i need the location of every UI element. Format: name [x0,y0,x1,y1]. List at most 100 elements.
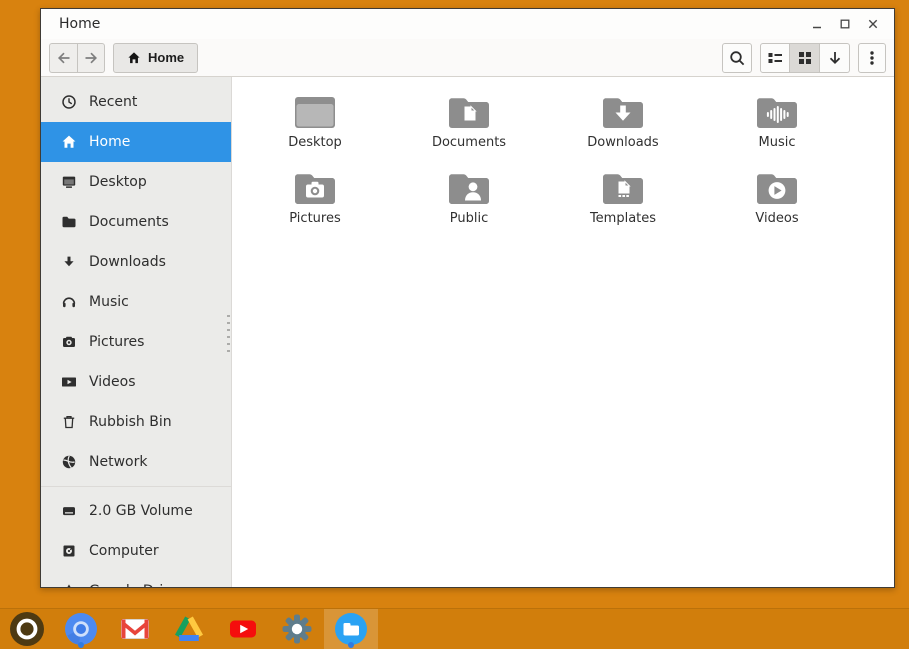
headphones-icon [61,294,77,310]
folder-videos-icon [754,169,800,207]
launcher-icon [10,612,44,646]
path-label: Home [148,50,184,65]
drive-icon [173,613,205,645]
search-button[interactable] [722,43,752,73]
sidebar-item-documents[interactable]: Documents [41,202,231,242]
menu-dots-icon [863,49,881,67]
sidebar-item-computer[interactable]: Computer [41,531,231,571]
folder-pictures-icon [292,169,338,207]
list-icon [766,49,784,67]
taskbar-app-settings[interactable] [270,609,324,649]
file-item-public[interactable]: Public [392,169,546,245]
home-icon [61,134,77,150]
file-item-pictures[interactable]: Pictures [238,169,392,245]
sidebar-item-desktop[interactable]: Desktop [41,162,231,202]
folder-downloads-icon [600,93,646,131]
video-icon [61,374,77,390]
grid-icon [796,49,814,67]
taskbar-app-launcher[interactable] [0,609,54,649]
minimize-button[interactable] [806,13,828,35]
sidebar-item-home[interactable]: Home [41,122,231,162]
file-grid: Desktop Documents Downloads Music Pictures Pu… [232,77,894,587]
folder-desktop-icon [292,93,338,131]
arrow-down-icon [826,49,844,67]
running-indicator [348,642,354,648]
trash-icon [61,414,77,430]
grid-view-button[interactable] [790,43,820,73]
sidebar-divider [41,486,231,487]
minimize-icon [811,18,823,30]
sidebar-item-music[interactable]: Music [41,282,231,322]
settings-icon [281,613,313,645]
files-icon [335,613,367,645]
file-item-documents[interactable]: Documents [392,93,546,169]
globe-icon [61,454,77,470]
forward-button[interactable] [77,43,105,73]
back-button[interactable] [49,43,77,73]
files-window: Home [40,8,895,588]
desktop: Home [0,0,909,649]
window-controls [806,13,884,35]
folder-music-icon [754,93,800,131]
file-item-label: Pictures [289,211,340,227]
desktop-icon [61,174,77,190]
taskbar-app-files[interactable] [324,609,378,649]
sidebar-item-label: Network [89,454,147,470]
file-item-downloads[interactable]: Downloads [546,93,700,169]
sidebar-item-rubbish-bin[interactable]: Rubbish Bin [41,402,231,442]
file-item-label: Downloads [587,135,658,151]
close-icon [867,18,879,30]
file-item-label: Templates [590,211,656,227]
chromium-icon [65,613,97,645]
sidebar-item-label: Downloads [89,254,166,270]
taskbar-app-youtube[interactable] [216,609,270,649]
sidebar-item-videos[interactable]: Videos [41,362,231,402]
folder-icon [61,214,77,230]
sidebar-item-label: Videos [89,374,136,390]
folder-documents-icon [446,93,492,131]
file-item-music[interactable]: Music [700,93,854,169]
file-item-label: Music [759,135,796,151]
drive-outline-icon [61,583,77,587]
file-item-templates[interactable]: Templates [546,169,700,245]
close-button[interactable] [862,13,884,35]
window-title: Home [59,16,100,32]
sidebar-item-network[interactable]: Network [41,442,231,482]
download-icon [61,254,77,270]
running-indicator [78,642,84,648]
taskbar-app-google-drive[interactable] [162,609,216,649]
sidebar-item-volume[interactable]: 2.0 GB Volume [41,491,231,531]
sidebar-item-label: 2.0 GB Volume [89,503,193,519]
taskbar [0,608,909,649]
sidebar-item-label: Recent [89,94,137,110]
youtube-icon [227,613,259,645]
sidebar-item-downloads[interactable]: Downloads [41,242,231,282]
menu-button[interactable] [858,43,886,73]
file-item-label: Videos [755,211,798,227]
sidebar-item-pictures[interactable]: Pictures [41,322,231,362]
home-icon [127,51,141,65]
sidebar-item-label: Documents [89,214,169,230]
pane-resize-handle[interactable] [227,315,230,357]
gmail-icon [119,613,151,645]
titlebar[interactable]: Home [41,9,894,39]
path-button-home[interactable]: Home [113,43,198,73]
sidebar-item-label: Desktop [89,174,147,190]
computer-icon [61,543,77,559]
sidebar-item-label: Pictures [89,334,144,350]
sort-button[interactable] [820,43,850,73]
sidebar-item-google-drive[interactable]: Google Drive [41,571,231,587]
taskbar-app-gmail[interactable] [108,609,162,649]
maximize-button[interactable] [834,13,856,35]
folder-public-icon [446,169,492,207]
taskbar-app-chromium[interactable] [54,609,108,649]
file-item-label: Desktop [288,135,342,151]
search-icon [728,49,746,67]
sidebar-item-recent[interactable]: Recent [41,82,231,122]
list-view-button[interactable] [760,43,790,73]
clock-icon [61,94,77,110]
file-item-videos[interactable]: Videos [700,169,854,245]
file-item-desktop[interactable]: Desktop [238,93,392,169]
toolbar: Home [41,39,894,77]
sidebar: Recent Home Desktop Documents Downloads Music… [41,77,232,587]
